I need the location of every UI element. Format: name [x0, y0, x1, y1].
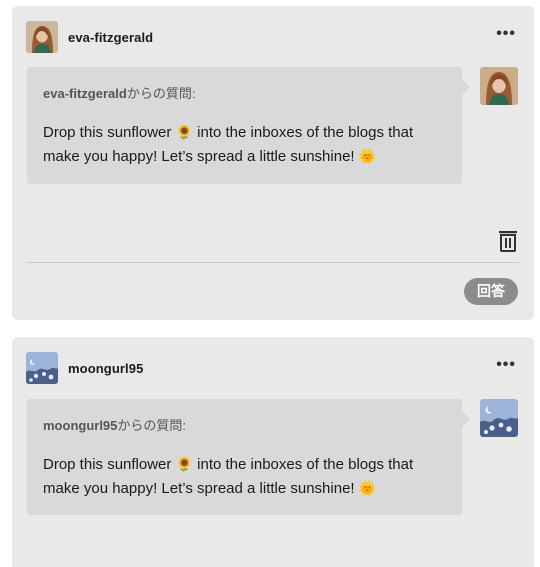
asker-name[interactable]: eva-fitzgerald: [43, 86, 127, 101]
post-header: eva-fitzgerald: [26, 21, 153, 53]
asker-avatar-icon[interactable]: [480, 399, 518, 437]
blog-avatar-icon[interactable]: [26, 352, 58, 384]
sunflower-icon: 🌻: [175, 457, 193, 473]
ask-bubble: moongurl95からの質問: Drop this sunflower 🌻 i…: [27, 399, 470, 515]
question-text: Drop this sunflower 🌻 into the inboxes o…: [43, 121, 453, 169]
post-header: moongurl95: [26, 352, 143, 384]
asker-avatar-icon[interactable]: [480, 67, 518, 105]
question-part: Drop this sunflower: [43, 456, 176, 473]
ask-post-card: eva-fitzgerald ••• eva-fitzgeraldからの質問: …: [12, 6, 534, 320]
sun-icon: 🌞: [358, 481, 377, 497]
asker-line: eva-fitzgeraldからの質問:: [43, 83, 195, 102]
blog-name[interactable]: eva-fitzgerald: [68, 30, 153, 45]
answer-button[interactable]: 回答: [464, 278, 518, 305]
more-options-icon[interactable]: •••: [496, 357, 516, 373]
trash-icon[interactable]: [498, 230, 518, 252]
more-options-icon[interactable]: •••: [496, 26, 516, 42]
question-text: Drop this sunflower 🌻 into the inboxes o…: [43, 453, 453, 501]
sunflower-icon: 🌻: [175, 125, 193, 141]
question-part: Drop this sunflower: [43, 124, 176, 141]
ask-post-card: moongurl95 ••• moongurl95からの質問: Drop thi…: [12, 337, 534, 567]
asker-suffix: からの質問:: [117, 418, 187, 433]
blog-avatar-icon[interactable]: [26, 21, 58, 53]
asker-name[interactable]: moongurl95: [43, 418, 117, 433]
divider: [27, 262, 519, 263]
sun-icon: 🌞: [358, 149, 377, 165]
ask-bubble: eva-fitzgeraldからの質問: Drop this sunflower…: [27, 67, 470, 184]
asker-suffix: からの質問:: [126, 86, 196, 101]
asker-line: moongurl95からの質問:: [43, 415, 186, 434]
blog-name[interactable]: moongurl95: [68, 361, 143, 376]
